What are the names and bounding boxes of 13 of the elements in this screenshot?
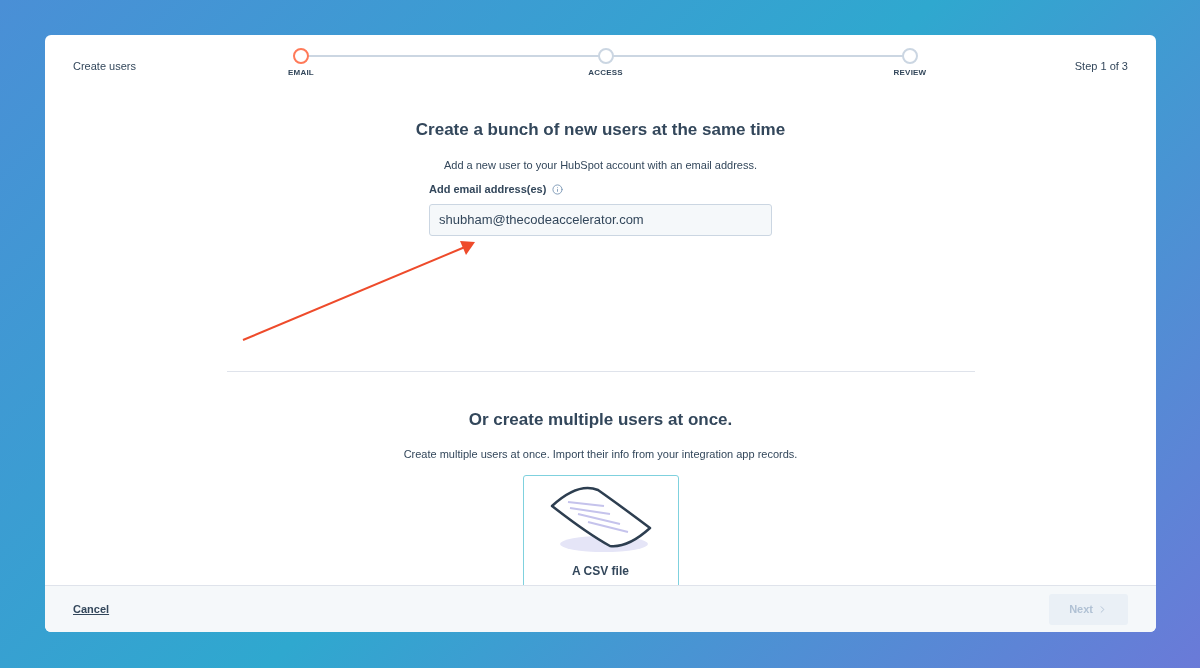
info-icon[interactable] bbox=[552, 183, 564, 195]
dialog-title: Create users bbox=[73, 59, 137, 74]
section-description: Create multiple users at once. Import their info from your integration app records. bbox=[403, 447, 798, 462]
email-input-field[interactable]: shubham@thecodeaccelerator.com bbox=[429, 203, 772, 236]
stepper-step: EMAIL bbox=[273, 48, 329, 79]
section-description: Add a new user to your HubSpot account with an email address. bbox=[443, 157, 758, 173]
stepper-step: ACCESS bbox=[577, 48, 634, 79]
section-heading: Or create multiple users at once. bbox=[468, 408, 733, 431]
stepper-step: REVIEW bbox=[882, 48, 938, 79]
step-counter: Step 1 of 3 bbox=[1073, 59, 1128, 74]
section-heading: Create a bunch of new users at the same time bbox=[415, 119, 786, 141]
field-label: Add email address(es) bbox=[429, 182, 547, 197]
cancel-link[interactable]: Cancel bbox=[73, 600, 110, 618]
